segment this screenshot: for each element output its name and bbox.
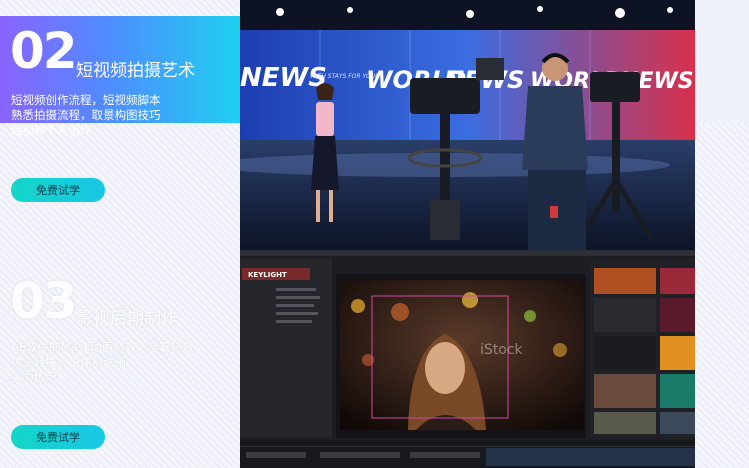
- description-line: AE软件的Mask动画特效，字幕特效: [11, 340, 194, 354]
- section-title: 短视频拍摄艺术: [76, 61, 195, 81]
- section-number: 02: [10, 22, 78, 80]
- section-title: 影视后期制作: [76, 309, 178, 329]
- section-description: AE软件的Mask动画特效，字幕特效 镜头转换，摄像机动画 实力练习: [11, 340, 231, 385]
- section-number: 03: [10, 272, 78, 330]
- description-line: 镜头转换，摄像机动画: [11, 355, 126, 369]
- watermark-text: iStock: [480, 342, 524, 358]
- description-line: 熟悉拍摄流程，取景构图技巧: [11, 108, 161, 122]
- background-panel: [695, 0, 749, 123]
- free-trial-button[interactable]: 免费试学: [11, 425, 105, 449]
- description-line: 短视频创作流程，短视频脚本: [11, 93, 161, 107]
- section-description: 短视频创作流程，短视频脚本 熟悉拍摄流程，取景构图技巧 短视频个人创作: [11, 93, 231, 138]
- free-trial-button[interactable]: 免费试学: [11, 178, 105, 202]
- effect-name: KEYLIGHT: [248, 271, 287, 279]
- news-studio-photo: NEWS WITH STAYS FOR YOUR WORLD NEWS WORL…: [240, 0, 695, 250]
- description-line: 短视频个人创作: [11, 123, 92, 137]
- description-line: 实力练习: [11, 370, 57, 384]
- video-editor-photo: KEYLIGHT iStock: [240, 250, 695, 468]
